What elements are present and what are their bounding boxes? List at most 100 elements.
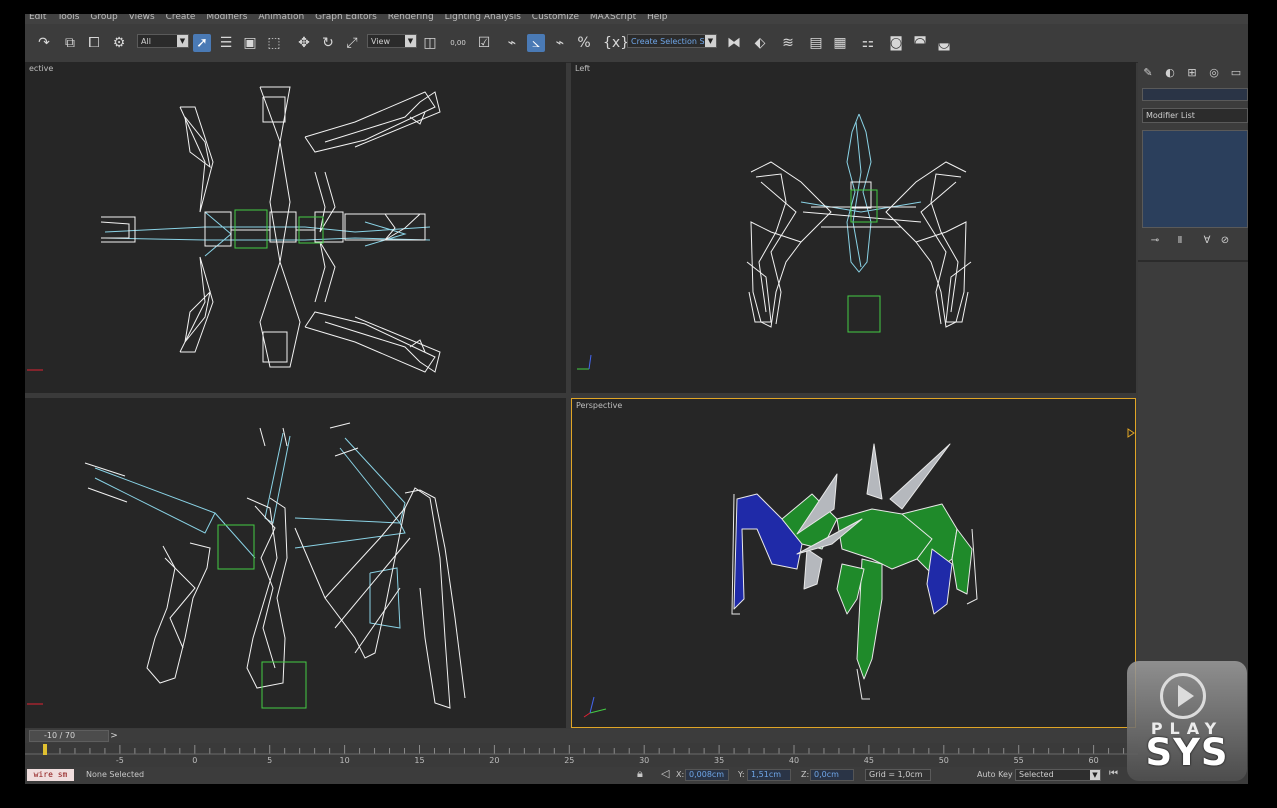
scale-icon[interactable]: ⤢ <box>343 34 361 52</box>
tick-label: 30 <box>639 756 650 765</box>
track-bar[interactable]: -5 0 5 10 15 20 25 30 35 40 45 50 55 60 <box>25 743 1138 767</box>
menu-maxscript[interactable]: MAXScript <box>590 14 636 22</box>
time-slider-value: -10 / 70 <box>44 731 76 740</box>
coordinate-system-value: View <box>371 37 390 46</box>
manipulate-icon[interactable]: ☑ <box>475 34 493 52</box>
viewport-marker-icon <box>1127 428 1135 438</box>
named-selection-dropdown[interactable]: Create Selection Se ▼ <box>627 34 717 48</box>
time-slider-bar: -10 / 70 > <box>25 729 1138 743</box>
display-tab-icon[interactable]: ▭ <box>1229 66 1243 80</box>
angle-snap-icon[interactable]: ⦣ <box>527 34 545 52</box>
menu-edit[interactable]: Edit <box>29 14 46 22</box>
spinner-snap-icon[interactable]: ⌁ <box>551 34 569 52</box>
select-by-name-icon[interactable]: ☰ <box>217 34 235 52</box>
menu-help[interactable]: Help <box>647 14 668 22</box>
create-tab-icon[interactable]: ✎ <box>1141 66 1155 80</box>
z-coordinate-field[interactable]: 0,0cm <box>810 769 854 781</box>
tick-label: 0 <box>192 756 198 765</box>
shaded-model-perspective <box>583 428 1135 718</box>
modifier-stack[interactable] <box>1142 130 1248 228</box>
auto-key-button[interactable]: Auto Key <box>977 770 1013 779</box>
x-label: X: <box>676 770 685 779</box>
wireframe-top <box>27 86 441 373</box>
reference-coordinate-dropdown[interactable]: View ▼ <box>367 34 417 48</box>
time-slider[interactable]: -10 / 70 <box>29 730 109 742</box>
pivot-center-icon[interactable]: ◫ <box>421 34 439 52</box>
unlink-icon[interactable]: ⧠ <box>85 34 103 52</box>
tick-label: 40 <box>788 756 800 765</box>
render-icon[interactable]: ◛ <box>935 34 953 52</box>
tick-label: -5 <box>115 756 124 765</box>
object-name-field[interactable] <box>1142 88 1248 101</box>
viewport-perspective[interactable]: Perspective <box>571 398 1136 728</box>
key-filter-value: Selected <box>1019 770 1054 779</box>
tick-label: 45 <box>863 756 874 765</box>
edit-named-selection-icon[interactable]: {x} <box>603 34 629 52</box>
render-setup-icon[interactable]: ◚ <box>911 34 929 52</box>
percent-snap-toggle-icon[interactable]: % <box>575 34 593 52</box>
tick-label: 10 <box>339 756 350 765</box>
move-icon[interactable]: ✥ <box>295 34 313 52</box>
selection-filter-dropdown[interactable]: All ▼ <box>137 34 189 48</box>
curve-editor-icon[interactable]: ▦ <box>831 34 849 52</box>
menu-lighting-analysis[interactable]: Lighting Analysis <box>445 14 521 22</box>
chevron-down-icon: ▼ <box>405 35 416 47</box>
motion-tab-icon[interactable]: ◎ <box>1207 66 1221 80</box>
window-crossing-icon[interactable]: ⬚ <box>265 34 283 52</box>
max-window: Edit Tools Group Views Create Modifiers … <box>25 14 1248 784</box>
selection-filter-value: All <box>141 37 151 46</box>
menu-rendering[interactable]: Rendering <box>388 14 434 22</box>
redo-icon[interactable]: ↷ <box>35 34 53 52</box>
key-filter-dropdown[interactable]: Selected ▼ <box>1015 769 1101 781</box>
current-frame-marker <box>43 744 47 755</box>
link-icon[interactable]: ⧉ <box>61 34 79 52</box>
maxscript-listener[interactable]: wire sm <box>27 769 74 781</box>
pin-stack-icon[interactable]: ⊸ <box>1148 235 1162 247</box>
go-to-start-icon[interactable]: ⏮ <box>1109 768 1118 779</box>
percent-snap-icon[interactable]: 0,00 <box>449 34 467 52</box>
main-toolbar: ↷ ⧉ ⧠ ⚙ All ▼ ➚ ☰ ▣ ⬚ ✥ ↻ ⤢ View ▼ ◫ 0,0… <box>25 24 1248 63</box>
menu-animation[interactable]: Animation <box>258 14 304 22</box>
rotate-icon[interactable]: ↻ <box>319 34 337 52</box>
select-object-icon[interactable]: ➚ <box>193 34 211 52</box>
modifier-list-dropdown[interactable]: Modifier List <box>1142 108 1248 123</box>
menu-views[interactable]: Views <box>129 14 155 22</box>
viewport-top[interactable]: ective <box>25 62 566 393</box>
status-bar: wire sm None Selected 🔒︎ ◁ X: 0,008cm Y:… <box>25 767 1248 784</box>
rectangular-selection-icon[interactable]: ▣ <box>241 34 259 52</box>
mirror-icon[interactable]: ⧓ <box>725 34 743 52</box>
menu-group[interactable]: Group <box>90 14 117 22</box>
y-coordinate-field[interactable]: 1,51cm <box>747 769 791 781</box>
tick-label: 50 <box>938 756 949 765</box>
show-end-result-icon[interactable]: Ⅱ <box>1173 235 1187 247</box>
viewport-front[interactable] <box>25 398 566 728</box>
chevron-down-icon: ▼ <box>705 35 716 47</box>
hierarchy-tab-icon[interactable]: ⊞ <box>1185 66 1199 80</box>
menu-graph-editors[interactable]: Graph Editors <box>315 14 377 22</box>
menu-create[interactable]: Create <box>166 14 196 22</box>
graphite-toolbar-icon[interactable]: ▤ <box>807 34 825 52</box>
schematic-view-icon[interactable]: ⚏ <box>859 34 877 52</box>
x-coordinate-field[interactable]: 0,008cm <box>685 769 729 781</box>
modify-tab-icon[interactable]: ◐ <box>1163 66 1177 80</box>
make-unique-icon[interactable]: ∀ <box>1200 235 1214 247</box>
remove-modifier-icon[interactable]: ⊘ <box>1218 235 1232 247</box>
wireframe-front <box>27 422 466 709</box>
snap-toggle-icon[interactable]: ⌁ <box>503 34 521 52</box>
layer-manager-icon[interactable]: ≋ <box>779 34 797 52</box>
lock-selection-icon[interactable]: 🔒︎ <box>637 767 643 781</box>
align-icon[interactable]: ⬖ <box>751 34 769 52</box>
grid-setting: Grid = 1,0cm <box>865 769 931 781</box>
tick-label: 25 <box>564 756 575 765</box>
tick-label: 5 <box>267 756 273 765</box>
viewport-left[interactable]: Left <box>571 62 1136 393</box>
next-frame-icon[interactable]: > <box>109 730 119 742</box>
absolute-mode-icon[interactable]: ◁ <box>661 767 669 780</box>
selection-status: None Selected <box>86 770 145 779</box>
bind-space-warp-icon[interactable]: ⚙ <box>110 34 128 52</box>
menu-customize[interactable]: Customize <box>532 14 579 22</box>
material-editor-icon[interactable]: ◙ <box>887 34 905 52</box>
menu-tools[interactable]: Tools <box>57 14 79 22</box>
menu-modifiers[interactable]: Modifiers <box>206 14 247 22</box>
command-panel: ✎ ◐ ⊞ ◎ ▭ Modifier List ⊸ Ⅱ ∀ ⊘ <box>1138 62 1248 752</box>
